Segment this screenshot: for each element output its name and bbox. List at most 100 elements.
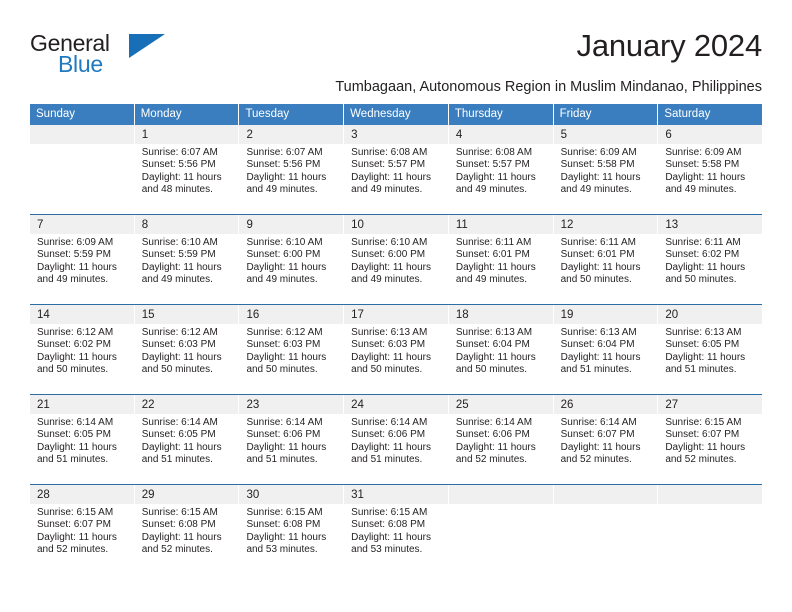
daylight-text-line1: Daylight: 11 hours — [37, 441, 117, 453]
calendar-grid: Sunday Monday Tuesday Wednesday Thursday… — [30, 104, 763, 574]
calendar-day-cell[interactable]: 12 Sunrise: 6:11 AM Sunset: 6:01 PM Dayligh… — [553, 215, 659, 304]
sunset-text: Sunset: 5:59 PM — [37, 249, 111, 261]
calendar-day-cell[interactable]: 31 Sunrise: 6:15 AM Sunset: 6:08 PM Dayligh… — [344, 485, 449, 574]
sunrise-text: Sunrise: 6:14 AM — [455, 417, 533, 428]
sunset-text: Sunset: 6:02 PM — [37, 339, 111, 351]
sunrise-text: Sunrise: 6:15 AM — [141, 507, 218, 518]
daylight-text-line2: and 49 minutes. — [246, 184, 318, 196]
calendar-day-cell[interactable]: 11 Sunrise: 6:11 AM Sunset: 6:01 PM Dayligh… — [448, 215, 554, 304]
sunset-text: Sunset: 5:59 PM — [141, 249, 216, 261]
sunset-text: Sunset: 6:06 PM — [351, 429, 426, 441]
daylight-text-line2: and 50 minutes. — [455, 364, 528, 376]
daylight-text-line2: and 49 minutes. — [560, 184, 632, 196]
calendar-day-cell[interactable]: 1 Sunrise: 6:07 AM Sunset: 5:56 PM Daylight… — [134, 125, 240, 214]
sunrise-text: Sunrise: 6:07 AM — [141, 147, 218, 158]
day-number: 12 — [553, 215, 658, 234]
sunset-text: Sunset: 6:07 PM — [665, 429, 740, 441]
calendar-day-cell[interactable]: 16 Sunrise: 6:12 AM Sunset: 6:03 PM Dayligh… — [239, 305, 345, 394]
daylight-text-line1: Daylight: 11 hours — [37, 531, 117, 543]
calendar-day-cell[interactable]: 8 Sunrise: 6:10 AM Sunset: 5:59 PM Daylight… — [134, 215, 240, 304]
calendar-day-cell[interactable]: 25 Sunrise: 6:14 AM Sunset: 6:06 PM Dayligh… — [448, 395, 554, 484]
sunrise-text: Sunrise: 6:09 AM — [37, 237, 114, 248]
daylight-text-line1: Daylight: 11 hours — [351, 261, 432, 273]
calendar-day-cell[interactable]: 5 Sunrise: 6:09 AM Sunset: 5:58 PM Daylight… — [553, 125, 659, 214]
daylight-text-line1: Daylight: 11 hours — [246, 531, 327, 543]
daylight-text-line1: Daylight: 11 hours — [141, 171, 222, 183]
calendar-day-cell[interactable]: 20 Sunrise: 6:13 AM Sunset: 6:05 PM Dayligh… — [658, 305, 763, 394]
calendar-day-cell[interactable]: 30 Sunrise: 6:15 AM Sunset: 6:08 PM Dayligh… — [239, 485, 345, 574]
sunset-text: Sunset: 6:03 PM — [246, 339, 321, 351]
calendar-day-cell[interactable]: 10 Sunrise: 6:10 AM Sunset: 6:00 PM Dayligh… — [344, 215, 449, 304]
day-details: Sunrise: 6:08 AM Sunset: 5:57 PM Daylight:… — [449, 144, 553, 197]
daylight-text-line1: Daylight: 11 hours — [141, 351, 222, 363]
daylight-text-line1: Daylight: 11 hours — [455, 261, 536, 273]
calendar-day-cell[interactable]: 27 Sunrise: 6:15 AM Sunset: 6:07 PM Dayligh… — [658, 395, 763, 484]
sunset-text: Sunset: 5:58 PM — [560, 159, 635, 171]
day-details: Sunrise: 6:09 AM Sunset: 5:58 PM Daylight:… — [554, 144, 658, 197]
general-blue-logo[interactable]: General Blue — [30, 32, 170, 80]
sunrise-text: Sunrise: 6:09 AM — [665, 147, 742, 158]
sunrise-text: Sunrise: 6:13 AM — [351, 327, 428, 338]
day-number: 2 — [239, 125, 344, 144]
calendar-day-cell[interactable]: 13 Sunrise: 6:11 AM Sunset: 6:02 PM Dayligh… — [658, 215, 763, 304]
daylight-text-line2: and 50 minutes. — [246, 364, 318, 376]
calendar-day-cell[interactable]: 18 Sunrise: 6:13 AM Sunset: 6:04 PM Dayligh… — [448, 305, 554, 394]
sunrise-text: Sunrise: 6:07 AM — [246, 147, 323, 158]
daylight-text-line2: and 52 minutes. — [560, 454, 632, 466]
calendar-day-cell[interactable]: 17 Sunrise: 6:13 AM Sunset: 6:03 PM Dayligh… — [344, 305, 449, 394]
day-number: 7 — [30, 215, 134, 234]
calendar-day-cell[interactable]: 24 Sunrise: 6:14 AM Sunset: 6:06 PM Dayligh… — [344, 395, 449, 484]
calendar-day-cell[interactable]: 2 Sunrise: 6:07 AM Sunset: 5:56 PM Daylight… — [239, 125, 345, 214]
day-details: Sunrise: 6:13 AM Sunset: 6:04 PM Daylight:… — [449, 324, 553, 377]
calendar-day-cell[interactable]: 28 Sunrise: 6:15 AM Sunset: 6:07 PM Dayligh… — [30, 485, 135, 574]
calendar-day-cell[interactable]: 6 Sunrise: 6:09 AM Sunset: 5:58 PM Daylight… — [658, 125, 763, 214]
daylight-text-line1: Daylight: 11 hours — [665, 441, 746, 453]
day-details: Sunrise: 6:15 AM Sunset: 6:08 PM Daylight:… — [135, 504, 239, 557]
calendar-day-cell[interactable]: 26 Sunrise: 6:14 AM Sunset: 6:07 PM Dayligh… — [553, 395, 659, 484]
day-number: 19 — [553, 305, 658, 324]
page-header: General Blue January 2024 Tumbagaan, Aut… — [0, 0, 792, 95]
day-details: Sunrise: 6:10 AM Sunset: 5:59 PM Daylight:… — [135, 234, 239, 287]
calendar-day-cell[interactable]: 4 Sunrise: 6:08 AM Sunset: 5:57 PM Daylight… — [448, 125, 554, 214]
daylight-text-line1: Daylight: 11 hours — [351, 171, 432, 183]
day-details: Sunrise: 6:11 AM Sunset: 6:02 PM Daylight:… — [658, 234, 762, 287]
sunset-text: Sunset: 6:00 PM — [351, 249, 426, 261]
daylight-text-line2: and 52 minutes. — [37, 544, 109, 556]
day-number: 13 — [658, 215, 763, 234]
calendar-day-cell[interactable]: 7 Sunrise: 6:09 AM Sunset: 5:59 PM Daylight… — [30, 215, 135, 304]
sunset-text: Sunset: 6:01 PM — [560, 249, 635, 261]
daylight-text-line1: Daylight: 11 hours — [351, 531, 432, 543]
daylight-text-line2: and 53 minutes. — [351, 544, 423, 556]
calendar-day-cell[interactable]: 14 Sunrise: 6:12 AM Sunset: 6:02 PM Dayligh… — [30, 305, 135, 394]
daylight-text-line2: and 52 minutes. — [455, 454, 528, 466]
calendar-day-cell[interactable]: 15 Sunrise: 6:12 AM Sunset: 6:03 PM Dayligh… — [134, 305, 240, 394]
calendar-day-cell[interactable]: 23 Sunrise: 6:14 AM Sunset: 6:06 PM Dayligh… — [239, 395, 345, 484]
day-number: 20 — [658, 305, 763, 324]
calendar-day-cell[interactable]: 29 Sunrise: 6:15 AM Sunset: 6:08 PM Dayligh… — [134, 485, 240, 574]
day-details: Sunrise: 6:12 AM Sunset: 6:03 PM Daylight:… — [239, 324, 343, 377]
calendar-day-cell[interactable]: 3 Sunrise: 6:08 AM Sunset: 5:57 PM Daylight… — [344, 125, 449, 214]
daylight-text-line1: Daylight: 11 hours — [141, 261, 222, 273]
calendar-day-cell[interactable]: 22 Sunrise: 6:14 AM Sunset: 6:05 PM Dayligh… — [134, 395, 240, 484]
daylight-text-line2: and 52 minutes. — [665, 454, 737, 466]
calendar-day-cell[interactable]: 19 Sunrise: 6:13 AM Sunset: 6:04 PM Dayligh… — [553, 305, 659, 394]
day-details: Sunrise: 6:14 AM Sunset: 6:06 PM Daylight:… — [239, 414, 343, 467]
sunrise-text: Sunrise: 6:11 AM — [560, 237, 637, 248]
calendar-day-cell[interactable]: 9 Sunrise: 6:10 AM Sunset: 6:00 PM Daylight… — [239, 215, 345, 304]
daylight-text-line1: Daylight: 11 hours — [141, 531, 222, 543]
daylight-text-line1: Daylight: 11 hours — [246, 171, 327, 183]
sunrise-text: Sunrise: 6:15 AM — [351, 507, 428, 518]
day-number: 29 — [134, 485, 239, 504]
sunset-text: Sunset: 6:03 PM — [351, 339, 426, 351]
day-details: Sunrise: 6:11 AM Sunset: 6:01 PM Daylight:… — [449, 234, 553, 287]
day-details: Sunrise: 6:13 AM Sunset: 6:04 PM Daylight:… — [554, 324, 658, 377]
calendar-week-cells: 7 Sunrise: 6:09 AM Sunset: 5:59 PM Daylight… — [30, 215, 763, 304]
daylight-text-line2: and 52 minutes. — [141, 544, 213, 556]
daylight-text-line2: and 50 minutes. — [560, 274, 632, 286]
sunset-text: Sunset: 6:00 PM — [246, 249, 321, 261]
calendar-week-row: 7 Sunrise: 6:09 AM Sunset: 5:59 PM Daylight… — [30, 214, 763, 304]
calendar-day-cell[interactable]: 21 Sunrise: 6:14 AM Sunset: 6:05 PM Dayligh… — [30, 395, 135, 484]
day-of-week-wednesday: Wednesday — [344, 104, 449, 125]
day-details: Sunrise: 6:14 AM Sunset: 6:06 PM Daylight:… — [344, 414, 448, 467]
day-number: 16 — [239, 305, 344, 324]
